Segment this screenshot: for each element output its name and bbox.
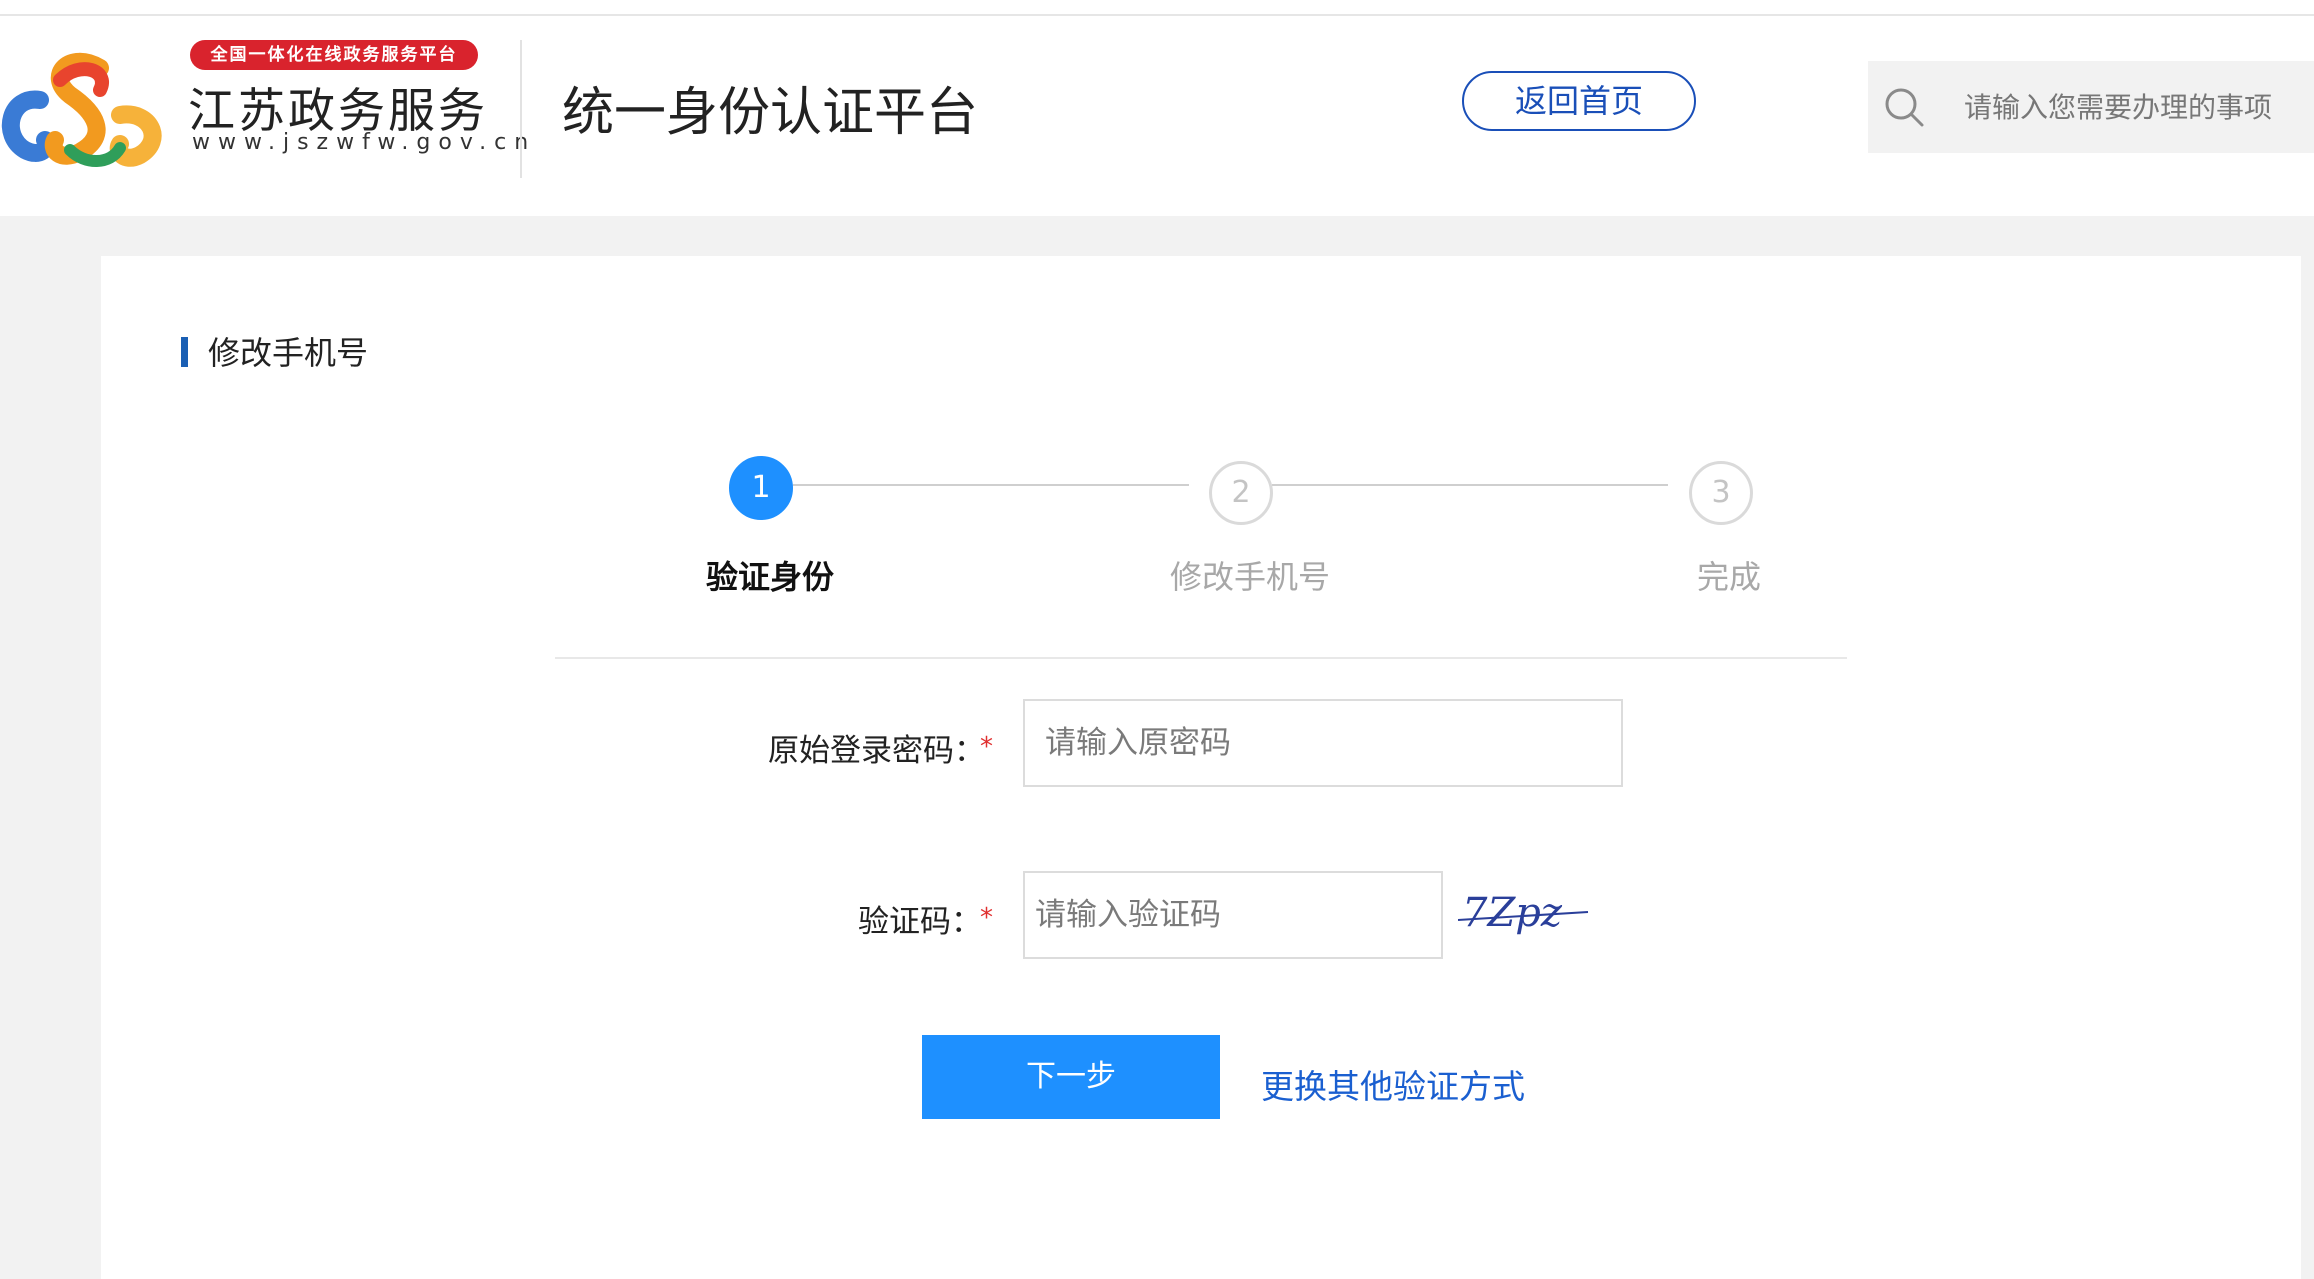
search-icon[interactable] <box>1882 85 1926 129</box>
captcha-image[interactable]: 7Zpz <box>1458 878 1598 948</box>
step-2-circle: 2 <box>1209 461 1273 525</box>
next-step-button[interactable]: 下一步 <box>922 1035 1220 1119</box>
step-1-circle: 1 <box>729 456 793 520</box>
step-1-label: 验证身份 <box>706 558 835 596</box>
platform-title: 统一身份认证平台 <box>562 83 979 143</box>
top-border <box>0 0 2314 16</box>
section-title: 修改手机号 <box>208 334 369 372</box>
captcha-label: 验证码： <box>858 904 982 940</box>
home-button[interactable]: 返回首页 <box>1462 71 1696 131</box>
search-input[interactable] <box>1964 61 2314 153</box>
search-box <box>1868 61 2314 153</box>
step-3-label: 完成 <box>1697 558 1762 596</box>
step-connector-2 <box>1272 484 1668 486</box>
logo-url: www.jszwfw.gov.cn <box>192 130 537 155</box>
password-label: 原始登录密码： <box>768 733 985 769</box>
jiangsu-logo-icon[interactable] <box>0 40 170 180</box>
section-title-marker <box>181 337 188 367</box>
logo-badge: 全国一体化在线政务服务平台 <box>190 40 478 70</box>
step-2-label: 修改手机号 <box>1170 558 1331 596</box>
captcha-text: 7Zpz <box>1462 890 1563 936</box>
step-connector-1 <box>793 484 1189 486</box>
step-3-circle: 3 <box>1689 461 1753 525</box>
form-divider <box>555 657 1847 659</box>
captcha-input[interactable] <box>1023 871 1443 959</box>
header-divider <box>520 40 522 178</box>
password-required-mark: * <box>980 732 993 762</box>
captcha-required-mark: * <box>980 903 993 933</box>
switch-verification-link[interactable]: 更换其他验证方式 <box>1261 1060 1525 1108</box>
original-password-input[interactable] <box>1023 699 1623 787</box>
